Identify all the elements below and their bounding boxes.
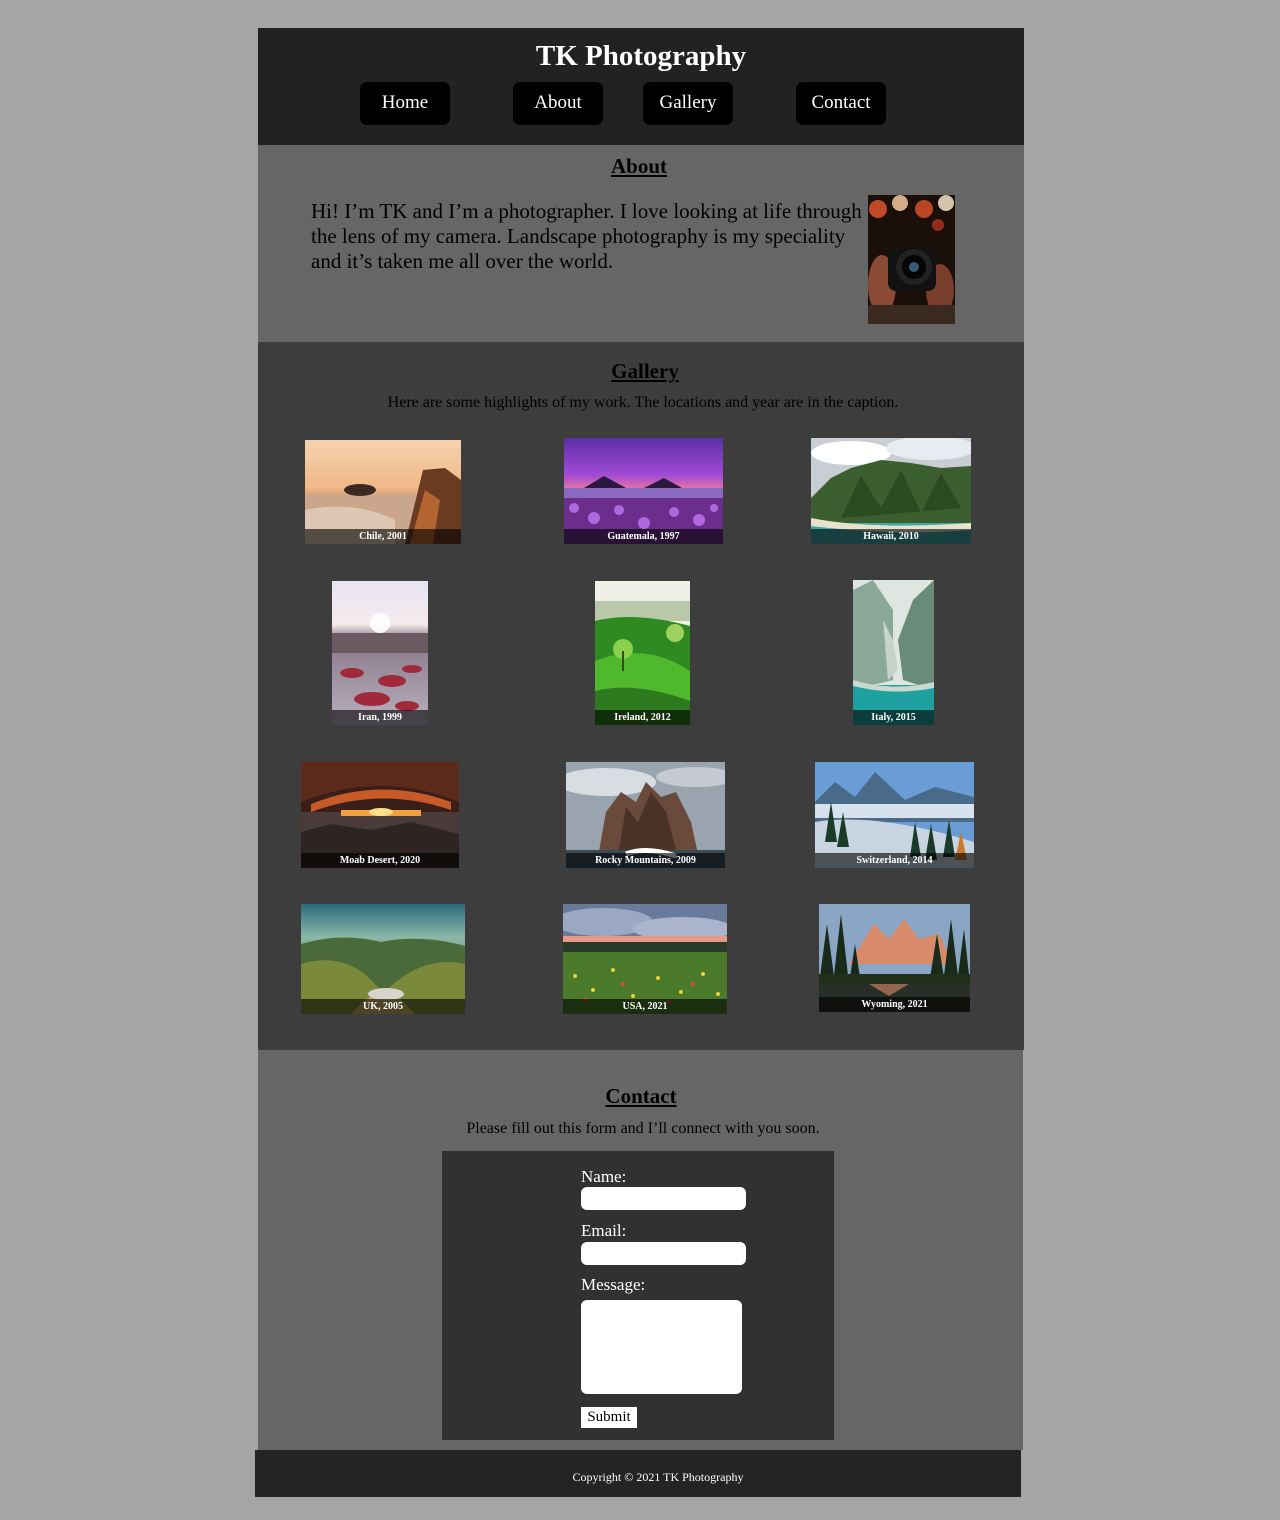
message-label: Message: [581, 1275, 646, 1294]
gallery-caption: Wyoming, 2021 [819, 997, 970, 1012]
gallery-caption: Hawaii, 2010 [811, 529, 971, 544]
gallery-caption: Chile, 2001 [305, 529, 461, 544]
copyright-text: Copyright © 2021 TK Photography [572, 1470, 744, 1484]
gallery-heading: Gallery [611, 359, 679, 383]
gallery-caption: Iran, 1999 [332, 710, 428, 725]
gallery-photo-guatemala[interactable]: Guatemala, 1997 [564, 438, 723, 544]
gallery-caption: UK, 2005 [301, 999, 465, 1014]
site-footer: Copyright © 2021 TK Photography [255, 1450, 1021, 1497]
site-title: TK Photography [535, 40, 747, 72]
nav-gallery-button[interactable]: Gallery [643, 82, 733, 125]
submit-button[interactable]: Submit [581, 1407, 637, 1428]
gallery-caption: Moab Desert, 2020 [301, 853, 459, 868]
contact-form: Name: Email: Message: Submit [442, 1151, 834, 1440]
gallery-photo-ireland[interactable]: Ireland, 2012 [595, 581, 690, 725]
gallery-photo-hawaii[interactable]: Hawaii, 2010 [811, 438, 971, 544]
gallery-caption: Ireland, 2012 [595, 710, 690, 725]
nav-home-button[interactable]: Home [360, 82, 450, 125]
site-header: TK Photography Home About Gallery Contac… [258, 28, 1024, 145]
about-heading: About [610, 154, 668, 178]
gallery-photo-switzerland[interactable]: Switzerland, 2014 [815, 762, 974, 868]
contact-section: Contact Please fill out this form and I’… [258, 1050, 1023, 1450]
gallery-photo-wyoming[interactable]: Wyoming, 2021 [819, 904, 970, 1012]
nav-contact-button[interactable]: Contact [796, 82, 886, 125]
gallery-photo-italy[interactable]: Italy, 2015 [853, 580, 934, 725]
gallery-caption: Rocky Mountains, 2009 [566, 853, 725, 868]
message-textarea[interactable] [581, 1300, 742, 1394]
gallery-photo-moab-desert[interactable]: Moab Desert, 2020 [301, 762, 459, 868]
gallery-photo-chile[interactable]: Chile, 2001 [305, 440, 461, 544]
gallery-photo-rocky-mountains[interactable]: Rocky Mountains, 2009 [566, 762, 725, 868]
gallery-caption: Italy, 2015 [853, 710, 934, 725]
name-label: Name: [581, 1167, 627, 1186]
name-input[interactable] [581, 1187, 746, 1210]
email-label: Email: [581, 1221, 627, 1240]
gallery-caption: USA, 2021 [563, 999, 727, 1014]
nav-about-button[interactable]: About [513, 82, 603, 125]
about-text: Hi! I’m TK and I’m a photographer. I lov… [311, 199, 862, 273]
contact-heading: Contact [605, 1084, 677, 1108]
gallery-section: Gallery Here are some highlights of my w… [258, 342, 1024, 1050]
gallery-photo-iran[interactable]: Iran, 1999 [332, 581, 428, 725]
gallery-caption: Switzerland, 2014 [815, 853, 974, 868]
gallery-photo-uk[interactable]: UK, 2005 [301, 904, 465, 1014]
gallery-subtitle: Here are some highlights of my work. The… [387, 394, 899, 411]
gallery-photo-usa[interactable]: USA, 2021 [563, 904, 727, 1014]
gallery-caption: Guatemala, 1997 [564, 529, 723, 544]
photographer-photo [868, 195, 955, 324]
email-input[interactable] [581, 1242, 746, 1265]
about-section: About Hi! I’m TK and I’m a photographer.… [258, 145, 1024, 342]
contact-subtitle: Please fill out this form and I’ll conne… [466, 1120, 820, 1137]
